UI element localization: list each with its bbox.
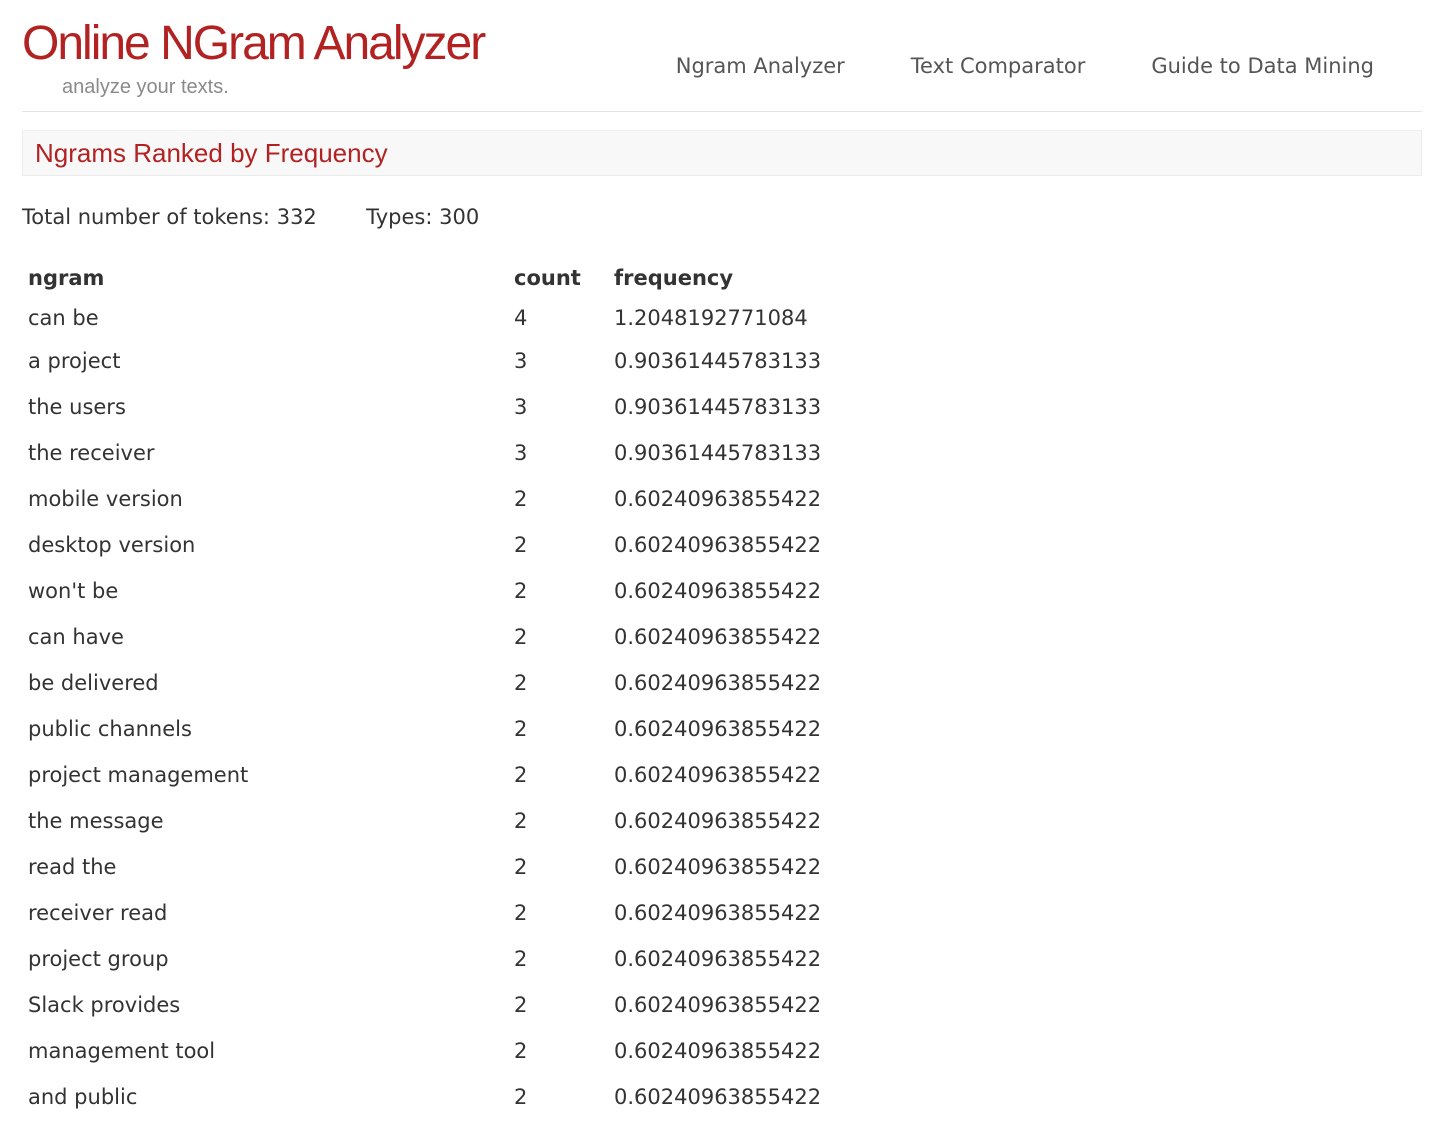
count-cell: 3 xyxy=(514,441,528,465)
frequency-cell: 0.60240963855422 xyxy=(614,763,822,787)
section-title-bar: Ngrams Ranked by Frequency xyxy=(22,130,1422,176)
count-cell: 3 xyxy=(514,395,528,419)
site-tagline: analyze your texts. xyxy=(62,76,229,98)
ngram-cell: the message xyxy=(28,809,164,833)
tokens-value: 332 xyxy=(276,205,317,229)
frequency-cell: 0.90361445783133 xyxy=(614,349,822,373)
table-row: the message 2 0.60240963855422 xyxy=(22,798,908,844)
table-header-row: ngram count frequency xyxy=(22,258,908,298)
table-row: read the 2 0.60240963855422 xyxy=(22,844,908,890)
frequency-cell: 1.2048192771084 xyxy=(614,306,808,330)
ngram-cell: the users xyxy=(28,395,126,419)
frequency-cell: 0.60240963855422 xyxy=(614,947,822,971)
frequency-cell: 0.90361445783133 xyxy=(614,441,822,465)
site-logo-title[interactable]: Online NGram Analyzer xyxy=(22,16,486,72)
frequency-cell: 0.60240963855422 xyxy=(614,1085,822,1109)
count-cell: 3 xyxy=(514,349,528,373)
column-header-frequency: frequency xyxy=(614,266,734,290)
ngram-cell: public channels xyxy=(28,717,192,741)
table-row: and public 2 0.60240963855422 xyxy=(22,1074,908,1120)
frequency-cell: 0.60240963855422 xyxy=(614,1039,822,1063)
frequency-cell: 0.60240963855422 xyxy=(614,533,822,557)
site-header: Online NGram Analyzer analyze your texts… xyxy=(22,0,1422,112)
ngram-cell: project management xyxy=(28,763,249,787)
count-cell: 2 xyxy=(514,533,528,557)
count-cell: 2 xyxy=(514,763,528,787)
frequency-cell: 0.60240963855422 xyxy=(614,717,822,741)
ngram-cell: management tool xyxy=(28,1039,216,1063)
frequency-cell: 0.60240963855422 xyxy=(614,671,822,695)
table-row: can have 2 0.60240963855422 xyxy=(22,614,908,660)
ngram-cell: Slack provides xyxy=(28,993,181,1017)
types-label: Types: xyxy=(366,205,433,229)
count-cell: 2 xyxy=(514,671,528,695)
count-cell: 2 xyxy=(514,947,528,971)
table-row: public channels 2 0.60240963855422 xyxy=(22,706,908,752)
ngram-cell: can have xyxy=(28,625,124,649)
frequency-cell: 0.60240963855422 xyxy=(614,487,822,511)
count-cell: 2 xyxy=(514,487,528,511)
ngram-cell: and public xyxy=(28,1085,138,1109)
ngram-cell: can be xyxy=(28,306,99,330)
frequency-cell: 0.60240963855422 xyxy=(614,855,822,879)
section-title: Ngrams Ranked by Frequency xyxy=(35,138,388,168)
table-row: project management 2 0.60240963855422 xyxy=(22,752,908,798)
ngram-table: ngram count frequency can be 4 1.204819277… xyxy=(22,258,908,1120)
count-cell: 2 xyxy=(514,625,528,649)
table-row: a project 3 0.90361445783133 xyxy=(22,338,908,384)
ngram-cell: project group xyxy=(28,947,169,971)
ngram-cell: the receiver xyxy=(28,441,155,465)
count-cell: 2 xyxy=(514,579,528,603)
column-header-ngram: ngram xyxy=(28,266,105,290)
ngram-cell: read the xyxy=(28,855,117,879)
page: Online NGram Analyzer analyze your texts… xyxy=(22,0,1422,1109)
types-value: 300 xyxy=(439,205,480,229)
column-header-count: count xyxy=(514,266,581,290)
nav-ngram-analyzer[interactable]: Ngram Analyzer xyxy=(676,54,845,78)
count-cell: 2 xyxy=(514,1085,528,1109)
table-row: project group 2 0.60240963855422 xyxy=(22,936,908,982)
ngram-cell: a project xyxy=(28,349,121,373)
ngram-cell: be delivered xyxy=(28,671,159,695)
top-nav: Ngram Analyzer Text Comparator Guide to … xyxy=(676,54,1374,78)
table-row: be delivered 2 0.60240963855422 xyxy=(22,660,908,706)
table-row: the receiver 3 0.90361445783133 xyxy=(22,430,908,476)
count-cell: 2 xyxy=(514,855,528,879)
ngram-cell: desktop version xyxy=(28,533,196,557)
count-cell: 2 xyxy=(514,1039,528,1063)
table-row: management tool 2 0.60240963855422 xyxy=(22,1028,908,1074)
frequency-cell: 0.60240963855422 xyxy=(614,579,822,603)
nav-text-comparator[interactable]: Text Comparator xyxy=(911,54,1086,78)
table-body: can be 4 1.2048192771084 a project 3 0.903614… xyxy=(22,298,908,1120)
table-row: the users 3 0.90361445783133 xyxy=(22,384,908,430)
table-row: won't be 2 0.60240963855422 xyxy=(22,568,908,614)
token-stats: Total number of tokens: 332 Types: 300 xyxy=(22,205,479,229)
frequency-cell: 0.60240963855422 xyxy=(614,625,822,649)
frequency-cell: 0.60240963855422 xyxy=(614,809,822,833)
count-cell: 2 xyxy=(514,901,528,925)
tokens-label: Total number of tokens: xyxy=(22,205,271,229)
table-row: desktop version 2 0.60240963855422 xyxy=(22,522,908,568)
table-row: can be 4 1.2048192771084 xyxy=(22,298,908,338)
table-row: mobile version 2 0.60240963855422 xyxy=(22,476,908,522)
count-cell: 2 xyxy=(514,993,528,1017)
ngram-cell: won't be xyxy=(28,579,119,603)
nav-guide-to-data-mining[interactable]: Guide to Data Mining xyxy=(1151,54,1374,78)
ngram-cell: mobile version xyxy=(28,487,183,511)
ngram-cell: receiver read xyxy=(28,901,168,925)
count-cell: 2 xyxy=(514,809,528,833)
count-cell: 2 xyxy=(514,717,528,741)
frequency-cell: 0.60240963855422 xyxy=(614,993,822,1017)
count-cell: 4 xyxy=(514,306,528,330)
frequency-cell: 0.90361445783133 xyxy=(614,395,822,419)
frequency-cell: 0.60240963855422 xyxy=(614,901,822,925)
table-row: Slack provides 2 0.60240963855422 xyxy=(22,982,908,1028)
table-row: receiver read 2 0.60240963855422 xyxy=(22,890,908,936)
